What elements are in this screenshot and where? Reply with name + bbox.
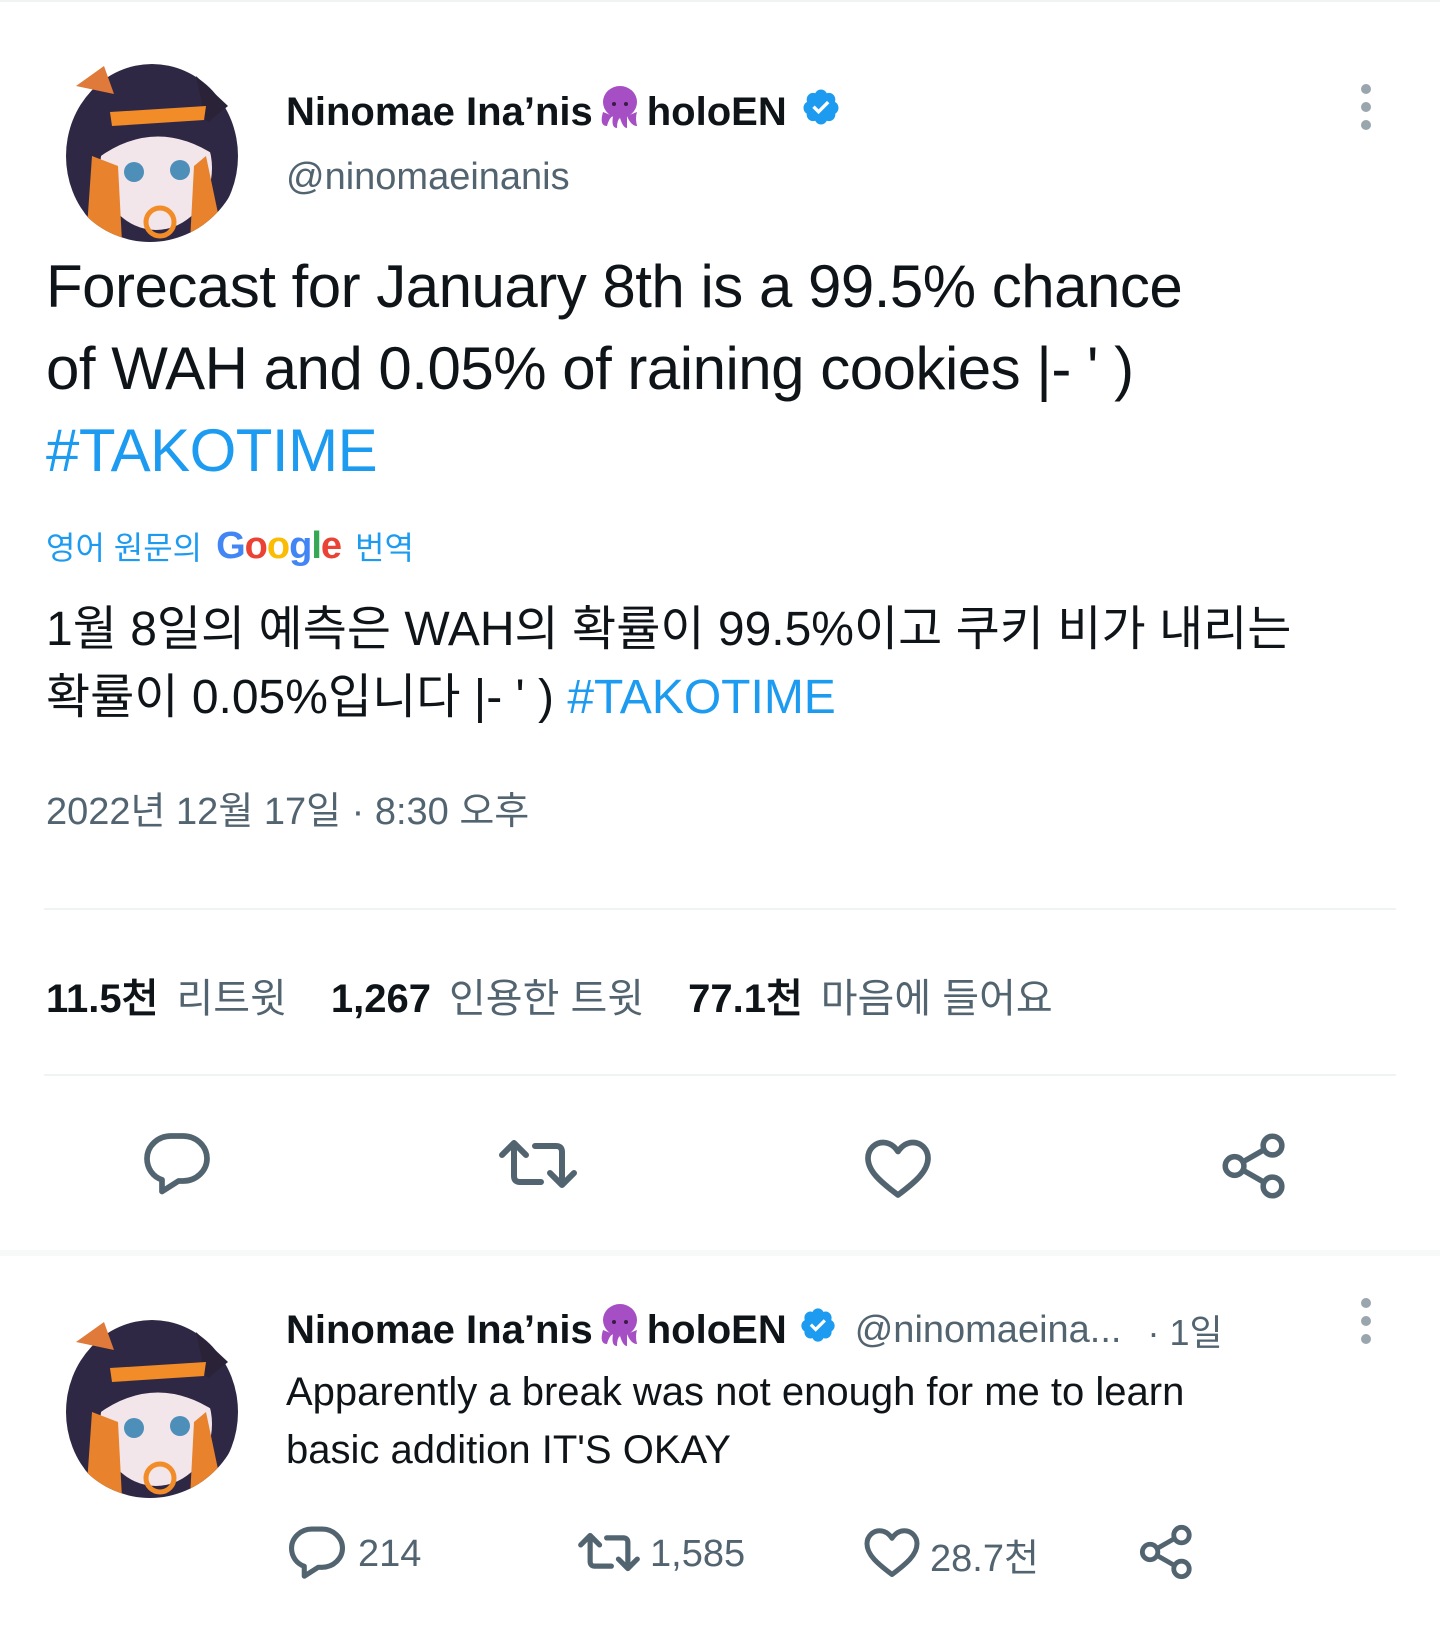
author-name-text: Ninomae Ina’nis	[286, 89, 593, 134]
tweet-text-line: of WAH and 0.05% of raining cookies |- '…	[46, 335, 1134, 402]
retweet-count: 1,585	[650, 1532, 746, 1575]
reply-author-avatar[interactable]	[56, 1302, 244, 1498]
reply-actions: 214 1,585 28.7천	[286, 1520, 1386, 1588]
translated-line: 1월 8일의 예측은 WAH의 확률이 99.5%이고 쿠키 비가 내리는	[46, 603, 1292, 656]
reply-icon[interactable]	[140, 1130, 214, 1201]
reply-author-name[interactable]: Ninomae Ina’nis holoEN @ninomaeina... · …	[286, 1302, 1223, 1358]
reply-time[interactable]: · 1일	[1147, 1304, 1222, 1356]
like-count[interactable]: 77.1천	[688, 966, 803, 1024]
retweet-icon[interactable]	[496, 1134, 580, 1199]
like-label[interactable]: 마음에 들어요	[821, 966, 1053, 1024]
translated-text: 1월 8일의 예측은 WAH의 확률이 99.5%이고 쿠키 비가 내리는 확률…	[46, 596, 1406, 732]
reply-text: Apparently a break was not enough for me…	[286, 1363, 1386, 1479]
quote-label[interactable]: 인용한 트윗	[449, 966, 644, 1024]
reply-text-line: basic addition IT'S OKAY	[286, 1428, 731, 1472]
share-icon	[1138, 1522, 1196, 1587]
share-icon[interactable]	[1220, 1130, 1290, 1207]
reply-reply-button[interactable]: 214	[286, 1520, 421, 1588]
retweet-icon	[576, 1528, 642, 1581]
reply-author-handle[interactable]: @ninomaeina...	[855, 1309, 1122, 1352]
like-icon	[862, 1525, 922, 1584]
author-name[interactable]: Ninomae Ina’nis holoEN	[286, 84, 841, 140]
top-divider	[0, 0, 1440, 2]
author-handle[interactable]: @ninomaeinanis	[286, 156, 570, 199]
reply-more-options-icon[interactable]	[1352, 1296, 1380, 1346]
like-icon[interactable]	[862, 1136, 934, 1205]
google-logo-icon: Google	[216, 524, 342, 567]
engagement-stats: 11.5천 리트윗 1,267 인용한 트윗 77.1천 마음에 들어요	[46, 966, 1097, 1024]
like-count: 28.7천	[930, 1537, 1039, 1580]
hashtag-link[interactable]: #TAKOTIME	[567, 671, 835, 724]
retweet-count[interactable]: 11.5천	[46, 966, 158, 1024]
octopus-emoji-icon	[595, 1300, 645, 1360]
tweet-text-line: Forecast for January 8th is a 99.5% chan…	[46, 253, 1183, 320]
divider	[44, 908, 1396, 910]
reply-retweet-button[interactable]: 1,585	[576, 1520, 745, 1588]
hashtag-link[interactable]: #TAKOTIME	[46, 410, 1406, 492]
retweet-label[interactable]: 리트윗	[176, 966, 286, 1024]
verified-badge-icon	[799, 1306, 837, 1354]
reply-text-line: Apparently a break was not enough for me…	[286, 1370, 1185, 1414]
translate-prefix: 영어 원문의	[46, 530, 203, 566]
translated-line: 확률이 0.05%입니다 |- ' ) #TAKOTIME	[46, 671, 836, 724]
author-name-suffix: holoEN	[646, 89, 787, 134]
tweet-text: Forecast for January 8th is a 99.5% chan…	[46, 246, 1406, 492]
author-avatar[interactable]	[56, 46, 244, 242]
reply-count: 214	[358, 1532, 422, 1575]
reply-like-button[interactable]: 28.7천	[862, 1520, 1039, 1588]
tweet-timestamp[interactable]: 2022년 12월 17일 · 8:30 오후	[46, 780, 529, 835]
divider	[44, 1074, 1396, 1076]
reply-share-button[interactable]	[1138, 1520, 1196, 1588]
quote-count[interactable]: 1,267	[331, 977, 431, 1022]
reply-author-name-suffix: holoEN	[646, 1307, 787, 1352]
translate-suffix: 번역	[355, 530, 414, 566]
reply-icon	[286, 1524, 348, 1585]
section-separator	[0, 1250, 1440, 1256]
verified-badge-icon	[801, 87, 841, 137]
translate-link[interactable]: 영어 원문의 Google 번역	[46, 518, 414, 574]
reply-author-name-text: Ninomae Ina’nis	[286, 1307, 593, 1352]
octopus-emoji-icon	[595, 82, 645, 142]
more-options-icon[interactable]	[1352, 82, 1380, 132]
